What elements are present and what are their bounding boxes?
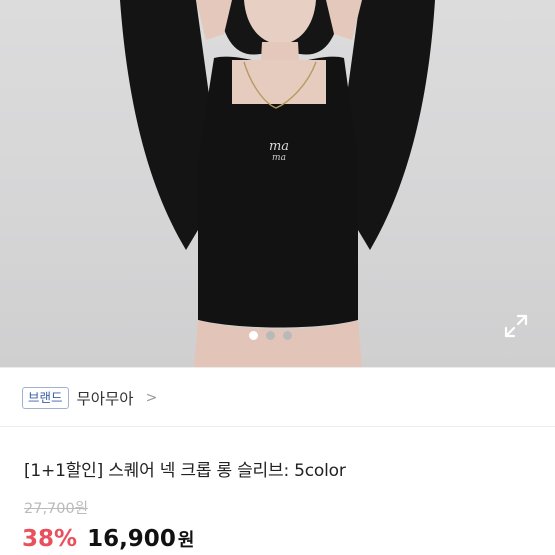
product-title: [1+1할인] 스퀘어 넥 크롭 롱 슬리브: 5color xyxy=(24,461,346,481)
price-unit: 원 xyxy=(177,530,195,551)
product-image-carousel[interactable]: ma ma xyxy=(0,0,555,367)
chevron-right-icon: > xyxy=(145,390,158,406)
divider xyxy=(0,426,555,427)
divider xyxy=(0,367,555,368)
brand-link[interactable]: 브랜드 무아무아 > xyxy=(22,386,157,410)
brand-name: 무아무아 xyxy=(76,390,134,408)
product-photo: ma ma xyxy=(120,0,435,367)
svg-text:ma: ma xyxy=(272,153,286,163)
sale-price: 16,900 xyxy=(87,526,176,552)
original-price: 27,700원 xyxy=(24,501,89,517)
carousel-dot[interactable] xyxy=(249,331,258,340)
svg-text:ma: ma xyxy=(269,139,289,154)
price-row: 38% 16,900 원 xyxy=(22,526,194,552)
brand-badge: 브랜드 xyxy=(22,387,69,409)
carousel-dot[interactable] xyxy=(283,331,292,340)
expand-icon[interactable] xyxy=(503,313,529,339)
discount-rate: 38% xyxy=(22,526,78,552)
carousel-dot[interactable] xyxy=(266,331,275,340)
carousel-indicator xyxy=(249,331,292,340)
